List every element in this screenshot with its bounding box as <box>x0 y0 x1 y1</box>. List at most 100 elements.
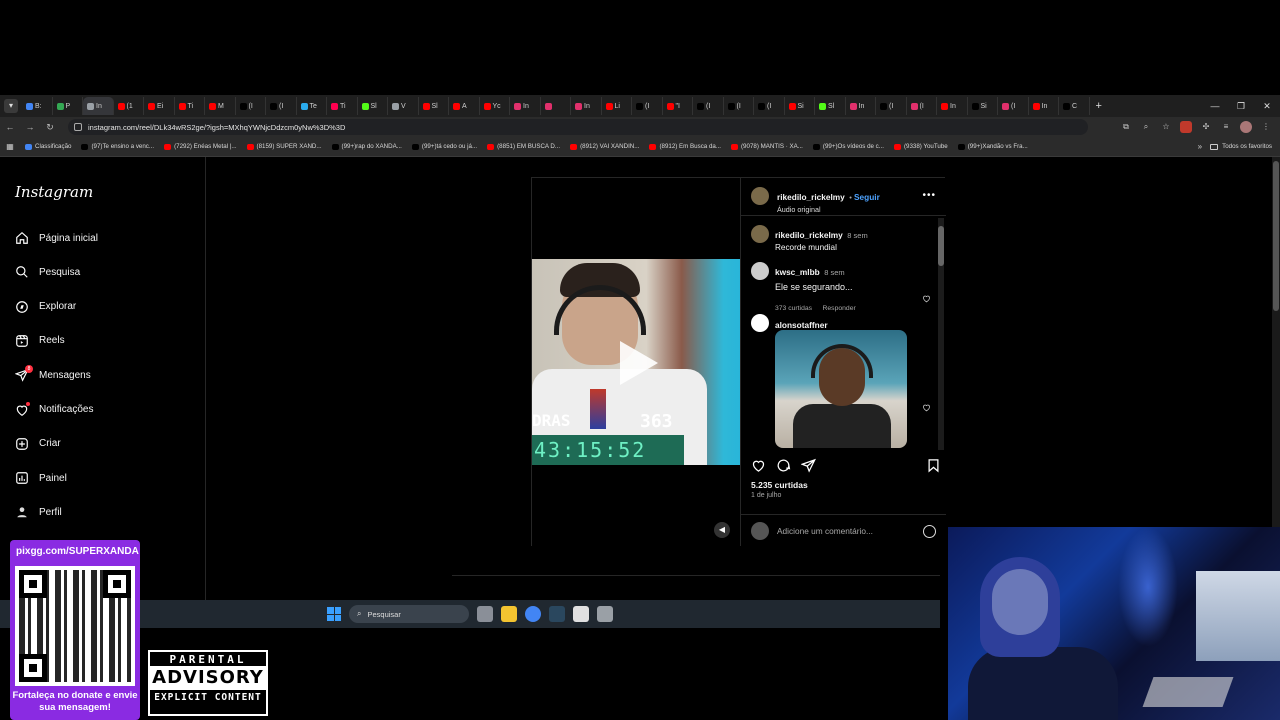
chrome-icon[interactable] <box>525 606 541 622</box>
browser-tab[interactable]: (I <box>998 97 1029 115</box>
bookmark-item[interactable]: (9338) YouTube <box>889 143 953 150</box>
extension-icon[interactable] <box>1180 121 1192 133</box>
reload-button[interactable]: ↻ <box>40 122 60 133</box>
browser-tab[interactable]: "I <box>663 97 693 115</box>
bookmark-item[interactable]: Classificação <box>20 143 76 150</box>
bookmark-item[interactable]: (8159) SUPER XAND... <box>242 143 327 150</box>
browser-tab[interactable]: A <box>449 97 480 115</box>
browser-tab[interactable]: In <box>937 97 968 115</box>
comment-2-like-heart-icon[interactable] <box>922 403 931 412</box>
browser-tab[interactable]: P <box>53 97 83 115</box>
comment-username[interactable]: kwsc_mlbb <box>775 267 820 277</box>
bookmark-item[interactable]: (99+)Xandão vs Fra... <box>953 143 1033 150</box>
comment-bubble-icon[interactable] <box>776 458 791 473</box>
minimize-button[interactable]: — <box>1202 101 1228 111</box>
comment-likes[interactable]: 373 curtidas <box>775 305 812 312</box>
add-comment-input[interactable]: Adicione um comentário... <box>777 526 873 536</box>
bookmark-item[interactable]: (8912) VAI XANDIN... <box>565 143 644 150</box>
bookmark-item[interactable]: (8912) Em Busca da... <box>644 143 726 150</box>
browser-tab[interactable]: (I <box>907 97 937 115</box>
caption-avatar[interactable] <box>751 225 769 243</box>
bookmark-save-icon[interactable] <box>926 458 941 473</box>
all-bookmarks-folder[interactable]: Todos os favoritos <box>1210 143 1272 150</box>
bookmark-item[interactable]: (97)Te ensino a venc... <box>76 143 159 150</box>
browser-tab[interactable]: (I <box>632 97 663 115</box>
browser-tab[interactable]: Li <box>602 97 632 115</box>
browser-tab[interactable]: Si <box>968 97 998 115</box>
settings-icon[interactable] <box>597 606 613 622</box>
browser-tab[interactable]: In <box>83 97 114 115</box>
browser-tab[interactable]: Yc <box>480 97 510 115</box>
nav-item-compass[interactable]: Explorar <box>15 300 76 314</box>
browser-tab[interactable]: M <box>205 97 236 115</box>
nav-item-search[interactable]: Pesquisa <box>15 265 80 279</box>
author-avatar[interactable] <box>751 187 769 205</box>
reading-list-icon[interactable]: ≡ <box>1220 121 1232 133</box>
bookmark-item[interactable]: (99+)rap do XANDÃ... <box>327 143 407 150</box>
reel-video[interactable]: DRAS 363 43:15:52 ◀ <box>532 178 740 546</box>
browser-tab[interactable]: (I <box>266 97 297 115</box>
site-info-icon[interactable] <box>74 123 82 131</box>
play-icon[interactable] <box>620 341 658 385</box>
browser-tab[interactable]: Te <box>297 97 327 115</box>
browser-tab[interactable]: (I <box>876 97 907 115</box>
bookmark-item[interactable]: (8851) EM BUSCA D... <box>482 143 565 150</box>
nav-item-messages[interactable]: 8 Mensagens <box>14 365 91 382</box>
browser-tab[interactable]: In <box>510 97 541 115</box>
share-send-icon[interactable] <box>801 458 816 473</box>
browser-tab[interactable]: (I <box>724 97 754 115</box>
file-explorer-icon[interactable] <box>501 606 517 622</box>
new-tab-button[interactable]: + <box>1096 100 1102 112</box>
nav-item-dashboard[interactable]: Painel <box>15 471 67 485</box>
comment-2-username[interactable]: alonsotaffner <box>775 320 828 330</box>
bookmark-item[interactable]: (7292) Enéas Metal |... <box>159 143 241 150</box>
browser-tab[interactable]: (1 <box>114 97 144 115</box>
comment-2-avatar[interactable] <box>751 314 769 332</box>
forward-button[interactable]: → <box>20 122 40 132</box>
start-windows-icon[interactable] <box>327 607 341 621</box>
likes-count[interactable]: 5.235 curtidas <box>751 480 808 490</box>
comments-scroll-thumb[interactable] <box>938 226 944 266</box>
tab-search-button[interactable]: ▾ <box>4 99 18 113</box>
author-username[interactable]: rikedilo_rickelmy <box>777 192 845 202</box>
browser-tab[interactable]: Sl <box>358 97 388 115</box>
comment-like-heart-icon[interactable] <box>922 294 931 303</box>
back-button[interactable]: ← <box>0 122 20 132</box>
extensions-puzzle-icon[interactable]: ✣ <box>1200 121 1212 133</box>
reply-button[interactable]: Responder <box>822 305 855 312</box>
nav-item-heart[interactable]: Notificações <box>15 401 93 417</box>
profile-avatar-icon[interactable] <box>1240 121 1252 133</box>
browser-tab[interactable]: C <box>1059 97 1090 115</box>
browser-tab[interactable]: Sl <box>419 97 449 115</box>
bookmark-item[interactable]: (99+)tá cedo ou já... <box>407 143 482 150</box>
app-icon[interactable] <box>573 606 589 622</box>
follow-button[interactable]: Seguir <box>854 192 880 202</box>
browser-tab[interactable]: In <box>1029 97 1059 115</box>
taskbar-search[interactable]: ⌕ Pesquisar <box>349 605 469 623</box>
task-view-icon[interactable] <box>477 606 493 622</box>
comment-avatar[interactable] <box>751 262 769 280</box>
bookmark-star-icon[interactable]: ☆ <box>1160 121 1172 133</box>
more-options-icon[interactable]: ••• <box>922 190 936 201</box>
browser-tab[interactable]: (I <box>236 97 266 115</box>
steam-icon[interactable] <box>549 606 565 622</box>
page-scroll-thumb[interactable] <box>1273 161 1279 311</box>
browser-tab[interactable]: Sl <box>815 97 846 115</box>
bookmarks-overflow-icon[interactable]: » <box>1198 142 1202 151</box>
install-app-icon[interactable]: ⧉ <box>1120 121 1132 133</box>
nav-item-reels[interactable]: Reels <box>15 334 65 348</box>
close-window-button[interactable]: ✕ <box>1254 101 1280 112</box>
zoom-icon[interactable]: ⌕ <box>1140 121 1152 133</box>
nav-item-home[interactable]: Página inicial <box>15 231 98 245</box>
like-heart-icon[interactable] <box>751 458 766 473</box>
instagram-logo[interactable]: Instagram <box>15 183 93 201</box>
mute-icon[interactable]: ◀ <box>714 522 730 538</box>
nav-item-plus[interactable]: Criar <box>15 437 61 451</box>
browser-tab[interactable]: Ti <box>327 97 358 115</box>
emoji-icon[interactable] <box>923 525 936 538</box>
address-bar[interactable]: instagram.com/reel/DLk34wRS2ge/?igsh=MXh… <box>68 119 1088 135</box>
browser-tab[interactable]: In <box>571 97 602 115</box>
apps-grid-icon[interactable]: ▦ <box>0 142 20 151</box>
bookmark-item[interactable]: (99+)Os vídeos de c... <box>808 143 889 150</box>
browser-tab[interactable]: (I <box>754 97 785 115</box>
